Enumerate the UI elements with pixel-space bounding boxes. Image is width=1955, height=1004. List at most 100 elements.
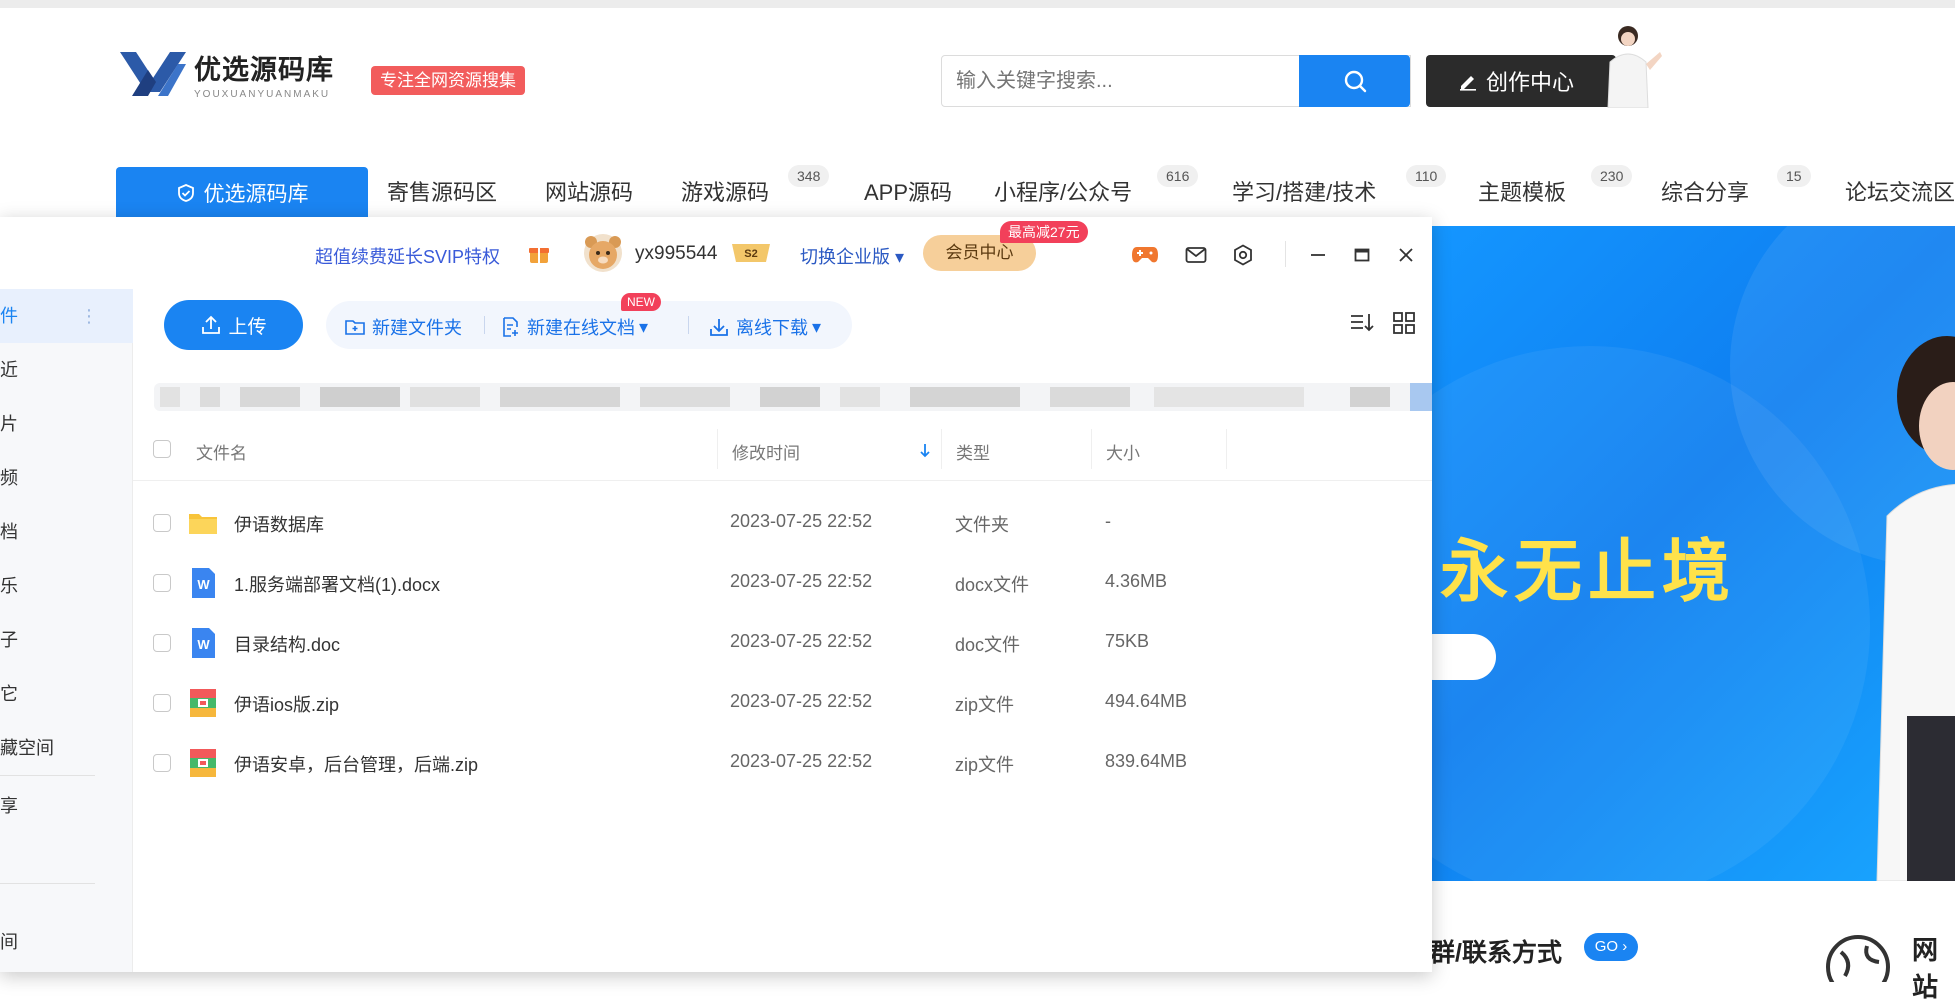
nav-badge-learning: 110: [1406, 165, 1447, 187]
nav-badge-miniprogram: 616: [1157, 165, 1199, 187]
window-titlebar: 超值续费延长SVIP特权 yx995544 S2 切换企业版 ▾ 会员中心 最高…: [0, 217, 1432, 289]
svg-text:W: W: [197, 577, 210, 592]
nav-badge-themes: 230: [1591, 165, 1633, 187]
file-name[interactable]: 伊语数据库: [234, 511, 324, 537]
file-name[interactable]: 1.服务端部署文档(1).docx: [234, 571, 440, 597]
sidebar-item-label: 件: [0, 306, 18, 326]
mail-button[interactable]: [1182, 241, 1210, 269]
sort-desc-icon[interactable]: [919, 443, 931, 459]
titlebar-divider: [1285, 241, 1286, 267]
nav-item-miniprogram[interactable]: 小程序/公众号: [994, 175, 1132, 207]
close-icon: [1399, 248, 1413, 262]
sidebar-item-recent[interactable]: 近: [0, 343, 133, 397]
file-table-header: 文件名 修改时间 类型 大小: [133, 417, 1432, 481]
table-row[interactable]: W 1.服务端部署文档(1).docx 2023-07-25 22:52 doc…: [133, 553, 1432, 613]
nav-item-app[interactable]: APP源码: [864, 175, 952, 207]
sidebar-item-documents[interactable]: 档: [0, 505, 133, 559]
column-header-modified[interactable]: 修改时间: [732, 439, 800, 464]
netdisk-window: 超值续费延长SVIP特权 yx995544 S2 切换企业版 ▾ 会员中心 最高…: [0, 217, 1432, 972]
nav-item-website[interactable]: 网站源码: [545, 175, 633, 207]
download-icon: [710, 319, 728, 336]
more-icon[interactable]: ⋮: [80, 289, 98, 343]
vip-level-icon: S2: [732, 244, 770, 262]
sidebar: 件 ⋮ 近 片 频 档 乐 子 它 藏空间 享 间: [0, 289, 133, 972]
row-checkbox[interactable]: [153, 694, 171, 712]
file-size: 839.64MB: [1105, 751, 1188, 771]
file-type: zip文件: [955, 695, 1015, 715]
sidebar-item-images[interactable]: 片: [0, 397, 133, 451]
settings-button[interactable]: [1229, 241, 1257, 269]
username-label[interactable]: yx995544: [635, 243, 717, 265]
enterprise-switch[interactable]: 切换企业版 ▾: [800, 243, 904, 269]
hero-banner[interactable]: 永无止境: [1430, 226, 1955, 881]
table-row[interactable]: W 目录结构.doc 2023-07-25 22:52 doc文件 75KB: [133, 613, 1432, 673]
promo-badge: 最高减27元: [1000, 221, 1088, 243]
create-center-button[interactable]: 创作中心: [1426, 55, 1616, 107]
upload-label: 上传: [228, 316, 267, 338]
maximize-button[interactable]: [1348, 241, 1376, 269]
search-button[interactable]: [1299, 55, 1410, 107]
file-name[interactable]: 伊语安卓，后台管理，后端.zip: [234, 751, 478, 777]
sidebar-item-hidden-space[interactable]: 藏空间: [0, 721, 133, 775]
enterprise-label: 切换企业版: [800, 247, 890, 267]
close-button[interactable]: [1392, 241, 1420, 269]
toolbar-group: 新建文件夹 新建在线文档 ▾ 离线下载 ▾: [326, 301, 852, 349]
file-name[interactable]: 伊语ios版.zip: [234, 691, 339, 717]
row-checkbox[interactable]: [153, 514, 171, 532]
table-row[interactable]: 伊语ios版.zip 2023-07-25 22:52 zip文件 494.64…: [133, 673, 1432, 733]
table-row[interactable]: 伊语安卓，后台管理，后端.zip 2023-07-25 22:52 zip文件 …: [133, 733, 1432, 793]
logo-subtext: YOUXUANYUANMAKU: [194, 89, 331, 100]
select-all-checkbox[interactable]: [153, 440, 171, 458]
column-header-type[interactable]: 类型: [956, 439, 990, 464]
gamepad-button[interactable]: [1131, 241, 1159, 269]
file-modified: 2023-07-25 22:52: [730, 511, 873, 531]
svg-text:S2: S2: [744, 248, 757, 260]
nav-item-consign[interactable]: 寄售源码区: [387, 175, 497, 207]
shield-check-icon: [177, 184, 194, 202]
upload-button[interactable]: 上传: [164, 300, 303, 350]
file-type: doc文件: [955, 635, 1021, 655]
column-header-name[interactable]: 文件名: [196, 439, 247, 464]
sidebar-item-torrents[interactable]: 子: [0, 613, 133, 667]
nav-item-learning[interactable]: 学习/搭建/技术: [1232, 175, 1376, 207]
sidebar-divider: [0, 775, 95, 776]
row-checkbox[interactable]: [153, 754, 171, 772]
sort-icon[interactable]: [1348, 309, 1376, 337]
row-checkbox[interactable]: [153, 574, 171, 592]
gift-button[interactable]: [520, 235, 558, 273]
grid-view-icon[interactable]: [1390, 309, 1418, 337]
mail-icon: [1185, 247, 1207, 263]
minimize-button[interactable]: [1304, 241, 1332, 269]
table-row[interactable]: 伊语数据库 2023-07-25 22:52 文件夹 -: [133, 493, 1432, 553]
sidebar-item-space[interactable]: 间: [0, 915, 133, 969]
blurred-path-bar: [154, 383, 1432, 411]
file-modified: 2023-07-25 22:52: [730, 751, 873, 771]
go-button[interactable]: GO ›: [1584, 933, 1638, 961]
new-online-doc-button[interactable]: 新建在线文档 ▾: [501, 314, 648, 340]
svip-promo-link[interactable]: 超值续费延长SVIP特权: [315, 243, 500, 269]
file-name[interactable]: 目录结构.doc: [234, 631, 340, 657]
sidebar-item-share[interactable]: 享: [0, 779, 133, 833]
user-avatar[interactable]: [583, 233, 623, 273]
row-checkbox[interactable]: [153, 634, 171, 652]
new-folder-button[interactable]: 新建文件夹: [344, 314, 462, 340]
banner-button[interactable]: [1430, 634, 1496, 680]
offline-download-button[interactable]: 离线下载 ▾: [708, 314, 821, 340]
nav-home-tab[interactable]: 优选源码库: [116, 167, 368, 219]
nav-item-themes[interactable]: 主题模板: [1478, 175, 1566, 207]
sidebar-item-music[interactable]: 乐: [0, 559, 133, 613]
column-header-size[interactable]: 大小: [1106, 439, 1140, 464]
sidebar-item-all-files[interactable]: 件 ⋮: [0, 289, 133, 343]
nav-item-share[interactable]: 综合分享: [1661, 175, 1749, 207]
go-label: GO: [1594, 938, 1619, 955]
section-title-contact: 群/联系方式: [1430, 939, 1562, 967]
sidebar-item-others[interactable]: 它: [0, 667, 133, 721]
site-logo[interactable]: 优选源码库 YOUXUANYUANMAKU: [118, 48, 338, 100]
file-modified: 2023-07-25 22:52: [730, 571, 873, 591]
nav-item-game[interactable]: 游戏源码: [681, 175, 769, 207]
sidebar-item-videos[interactable]: 频: [0, 451, 133, 505]
nav-item-forum[interactable]: 论坛交流区: [1845, 175, 1955, 207]
column-divider: [1091, 429, 1092, 469]
sidebar-divider: [0, 883, 95, 884]
upload-icon: [202, 315, 221, 334]
